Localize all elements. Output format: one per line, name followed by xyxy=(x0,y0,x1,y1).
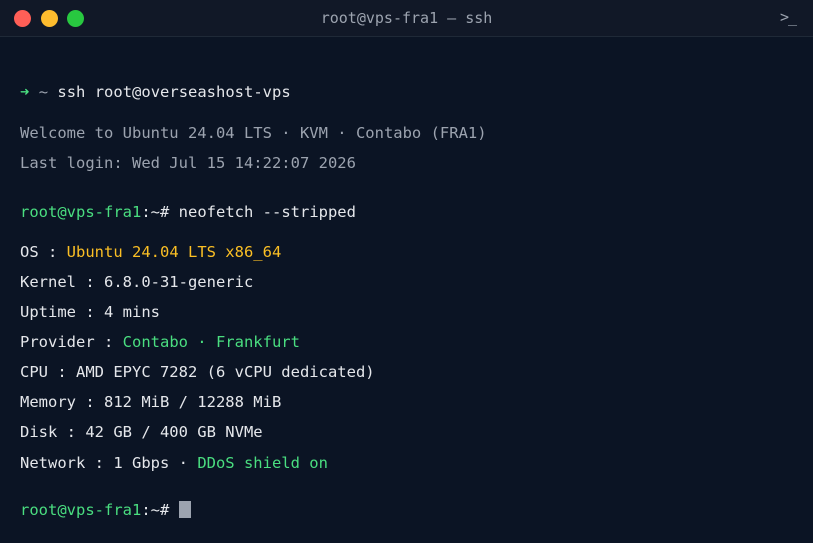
window-title: root@vps-fra1 — ssh xyxy=(320,9,493,27)
prompt-suffix: :~# xyxy=(141,501,170,519)
ssh-command-line: ➜ ~ ssh root@overseashost-vps xyxy=(20,82,291,102)
prompt-user-host: root@vps-fra1 xyxy=(20,203,142,221)
neofetch-command: neofetch --stripped xyxy=(178,203,356,221)
terminal-window: root@vps-fra1 — ssh >_ ➜ ~ ssh root@over… xyxy=(0,0,813,543)
title-bar: root@vps-fra1 — ssh >_ xyxy=(0,0,813,37)
info-os: OS : Ubuntu 24.04 LTS x86_64 xyxy=(20,242,281,262)
prompt-suffix: :~# xyxy=(141,203,170,221)
info-kernel: Kernel : 6.8.0-31-generic xyxy=(20,273,254,291)
info-provider: Provider : Contabo · Frankfurt xyxy=(20,332,300,352)
prompt-user-host: root@vps-fra1 xyxy=(20,501,142,519)
info-disk: Disk : 42 GB / 400 GB NVMe xyxy=(20,423,263,441)
terminal-icon[interactable]: >_ xyxy=(780,8,797,26)
info-network: Network : 1 Gbps · DDoS shield on xyxy=(20,453,328,473)
text-cursor xyxy=(178,501,191,518)
provider-key: Provider : xyxy=(20,333,123,351)
os-key: OS : xyxy=(20,243,67,261)
network-value: DDoS shield on xyxy=(197,454,328,472)
ssh-command: ssh root@overseashost-vps xyxy=(57,83,291,101)
cwd-tilde: ~ xyxy=(38,83,49,101)
welcome-message: Welcome to Ubuntu 24.04 LTS · KVM · Cont… xyxy=(20,124,487,142)
info-memory: Memory : 812 MiB / 12288 MiB xyxy=(20,393,282,411)
network-key: Network : 1 Gbps · xyxy=(20,454,198,472)
last-login: Last login: Wed Jul 15 14:22:07 2026 xyxy=(20,154,356,172)
provider-value: Contabo · Frankfurt xyxy=(122,333,300,351)
os-value: Ubuntu 24.04 LTS x86_64 xyxy=(66,243,282,261)
info-uptime: Uptime : 4 mins xyxy=(20,303,160,321)
info-cpu: CPU : AMD EPYC 7282 (6 vCPU dedicated) xyxy=(20,363,375,381)
prompt-line-1: root@vps-fra1:~# neofetch --stripped xyxy=(20,202,356,222)
prompt-line-2: root@vps-fra1:~# xyxy=(20,500,191,520)
arrow-icon: ➜ xyxy=(20,83,30,101)
